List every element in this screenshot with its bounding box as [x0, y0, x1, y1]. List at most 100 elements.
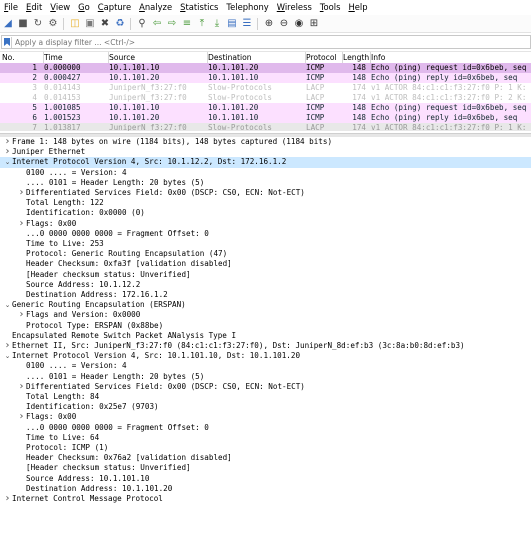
menu-analyze[interactable]: Analyze [135, 0, 176, 14]
detail-tree-item[interactable]: ⌄ Internet Protocol Version 4, Src: 10.1.… [0, 157, 531, 168]
open-file-icon[interactable]: ▣ [83, 17, 97, 31]
detail-tree-item[interactable]: › Juniper Ethernet [0, 147, 531, 157]
column-header-destination[interactable]: Destination [206, 52, 306, 63]
column-header-no[interactable]: No. [0, 52, 44, 63]
go-to-packet-icon[interactable]: ≡ [180, 17, 194, 31]
detail-tree-item[interactable]: Identification: 0x25e7 (9703) [0, 402, 531, 412]
find-magnifier-icon[interactable]: ⚲ [135, 17, 149, 31]
column-header-protocol[interactable]: Protocol [304, 52, 343, 63]
packet-row[interactable]: 5 1.001085 10.1.101.10 10.1.101.20 ICMP 148 Ec… [0, 103, 531, 113]
go-last-icon[interactable]: ⤓ [210, 17, 224, 31]
detail-tree-item[interactable]: Header Checksum: 0x76a2 [validation disa… [0, 453, 531, 463]
detail-tree-item[interactable]: › Frame 1: 148 bytes on wire (1184 bits),… [0, 137, 531, 147]
detail-tree-item[interactable]: Source Address: 10.1.12.2 [0, 280, 531, 290]
column-header-source[interactable]: Source [107, 52, 208, 63]
packet-row[interactable]: 6 1.001523 10.1.101.20 10.1.101.10 ICMP 148 Ec… [0, 113, 531, 123]
menu-statistics[interactable]: Statistics [176, 0, 222, 14]
expand-chevron-icon[interactable]: › [17, 188, 26, 198]
go-first-icon[interactable]: ⤒ [195, 17, 209, 31]
detail-tree-item[interactable]: Header Checksum: 0xfa3f [validation disa… [0, 259, 531, 269]
detail-tree-item[interactable]: ⌄ Internet Protocol Version 4, Src: 10.1.… [0, 351, 531, 361]
detail-tree-item[interactable]: › Ethernet II, Src: JuniperN_f3:27:f0 (84… [0, 341, 531, 351]
detail-tree-item[interactable]: .... 0101 = Header Length: 20 bytes (5) [0, 372, 531, 382]
detail-tree-item[interactable]: Destination Address: 172.16.1.2 [0, 290, 531, 300]
detail-tree-item[interactable]: › Differentiated Services Field: 0x00 (DS… [0, 188, 531, 198]
expand-chevron-icon[interactable]: › [3, 494, 12, 504]
packet-cell-info: Echo (ping) request id=0x6beb, seq [371, 63, 527, 72]
packet-cell-protocol: ICMP [306, 103, 325, 112]
column-header-info[interactable]: Info [369, 52, 531, 63]
collapse-chevron-icon[interactable]: ⌄ [3, 300, 12, 310]
go-back-arrow-icon[interactable]: ⇦ [150, 17, 164, 31]
detail-tree-item[interactable]: 0100 .... = Version: 4 [0, 361, 531, 371]
menu-help[interactable]: Help [344, 0, 371, 14]
packet-row[interactable]: 4 0.014153 JuniperN_f3:27:f0 Slow-Protocols… [0, 93, 531, 103]
detail-tree-item[interactable]: › Internet Control Message Protocol [0, 494, 531, 504]
close-file-icon[interactable]: ✖ [98, 17, 112, 31]
packet-row[interactable]: 2 0.000427 10.1.101.20 10.1.101.10 ICMP 148 Ec… [0, 73, 531, 83]
packet-row[interactable]: 1 0.000000 10.1.101.10 10.1.101.20 ICMP 148 Ec… [0, 63, 531, 73]
resize-columns-icon[interactable]: ⊞ [307, 17, 321, 31]
detail-tree-text: Juniper Ethernet [12, 147, 86, 157]
detail-tree-item[interactable]: Protocol: ICMP (1) [0, 443, 531, 453]
menu-go[interactable]: Go [74, 0, 94, 14]
display-filter-input[interactable] [12, 37, 518, 47]
detail-tree-item[interactable]: Time to Live: 64 [0, 433, 531, 443]
detail-tree-item[interactable]: Encapsulated Remote Switch Packet ANalys… [0, 331, 531, 341]
expand-chevron-icon[interactable]: › [3, 147, 12, 157]
expand-chevron-icon[interactable]: › [3, 137, 12, 147]
detail-tree-item[interactable]: Destination Address: 10.1.101.20 [0, 484, 531, 494]
detail-tree-item[interactable]: Total Length: 84 [0, 392, 531, 402]
detail-tree-item[interactable]: .... 0101 = Header Length: 20 bytes (5) [0, 178, 531, 188]
menu-capture[interactable]: Capture [94, 0, 135, 14]
expand-chevron-icon[interactable]: › [17, 382, 26, 392]
packet-cell-protocol: ICMP [306, 73, 325, 82]
detail-tree-item[interactable]: ...0 0000 0000 0000 = Fragment Offset: 0 [0, 229, 531, 239]
menu-tools[interactable]: Tools [316, 0, 345, 14]
detail-tree-item[interactable]: › Flags: 0x00 [0, 412, 531, 422]
shark-fin-start-icon[interactable]: ◢ [1, 17, 15, 31]
normal-size-icon[interactable]: ◉ [292, 17, 306, 31]
restart-icon[interactable]: ↻ [31, 17, 45, 31]
column-header-length[interactable]: Length [341, 52, 371, 63]
menu-file[interactable]: File [0, 0, 22, 14]
open-folder-icon[interactable]: ◫ [68, 17, 82, 31]
column-header-time[interactable]: Time [42, 52, 109, 63]
capture-options-gear-icon[interactable]: ⚙ [46, 17, 60, 31]
toolbar-separator [63, 17, 64, 30]
packet-row[interactable]: 7 1.013817 JuniperN_f3:27:f0 Slow-Protocols… [0, 123, 531, 131]
detail-tree-item[interactable]: 0100 .... = Version: 4 [0, 168, 531, 178]
menu-telephony[interactable]: Telephony [222, 0, 272, 14]
expand-chevron-icon[interactable]: › [17, 310, 26, 320]
autoscroll-icon[interactable]: ▤ [225, 17, 239, 31]
detail-tree-item[interactable]: ...0 0000 0000 0000 = Fragment Offset: 0 [0, 423, 531, 433]
zoom-out-icon[interactable]: ⊖ [277, 17, 291, 31]
detail-tree-item[interactable]: [Header checksum status: Unverified] [0, 463, 531, 473]
detail-tree-item[interactable]: Protocol Type: ERSPAN (0x88be) [0, 321, 531, 331]
colorize-icon[interactable]: ☰ [240, 17, 254, 31]
detail-tree-item[interactable]: ⌄ Generic Routing Encapsulation (ERSPAN) [0, 300, 531, 310]
collapse-chevron-icon[interactable]: ⌄ [3, 157, 12, 167]
menu-view[interactable]: View [46, 0, 74, 14]
detail-tree-item[interactable]: Source Address: 10.1.101.10 [0, 474, 531, 484]
detail-tree-item[interactable]: › Differentiated Services Field: 0x00 (DS… [0, 382, 531, 392]
stop-square-icon[interactable]: ■ [16, 17, 30, 31]
detail-tree-item[interactable]: Identification: 0x0000 (0) [0, 208, 531, 218]
filter-bookmark-icon[interactable] [2, 36, 12, 48]
expand-chevron-icon[interactable]: › [17, 219, 26, 229]
detail-tree-item[interactable]: Time to Live: 253 [0, 239, 531, 249]
expand-chevron-icon[interactable]: › [17, 412, 26, 422]
detail-tree-item[interactable]: Protocol: Generic Routing Encapsulation … [0, 249, 531, 259]
packet-row[interactable]: 3 0.014143 JuniperN_f3:27:f0 Slow-Protocols… [0, 83, 531, 93]
go-forward-arrow-icon[interactable]: ⇨ [165, 17, 179, 31]
detail-tree-item[interactable]: › Flags and Version: 0x0000 [0, 310, 531, 320]
menu-edit[interactable]: Edit [22, 0, 46, 14]
collapse-chevron-icon[interactable]: ⌄ [3, 351, 12, 361]
detail-tree-item[interactable]: [Header checksum status: Unverified] [0, 270, 531, 280]
detail-tree-item[interactable]: Total Length: 122 [0, 198, 531, 208]
detail-tree-item[interactable]: › Flags: 0x00 [0, 219, 531, 229]
menu-wireless[interactable]: Wireless [273, 0, 316, 14]
zoom-in-icon[interactable]: ⊕ [262, 17, 276, 31]
reload-icon[interactable]: ♻ [113, 17, 127, 31]
expand-chevron-icon[interactable]: › [3, 341, 12, 351]
